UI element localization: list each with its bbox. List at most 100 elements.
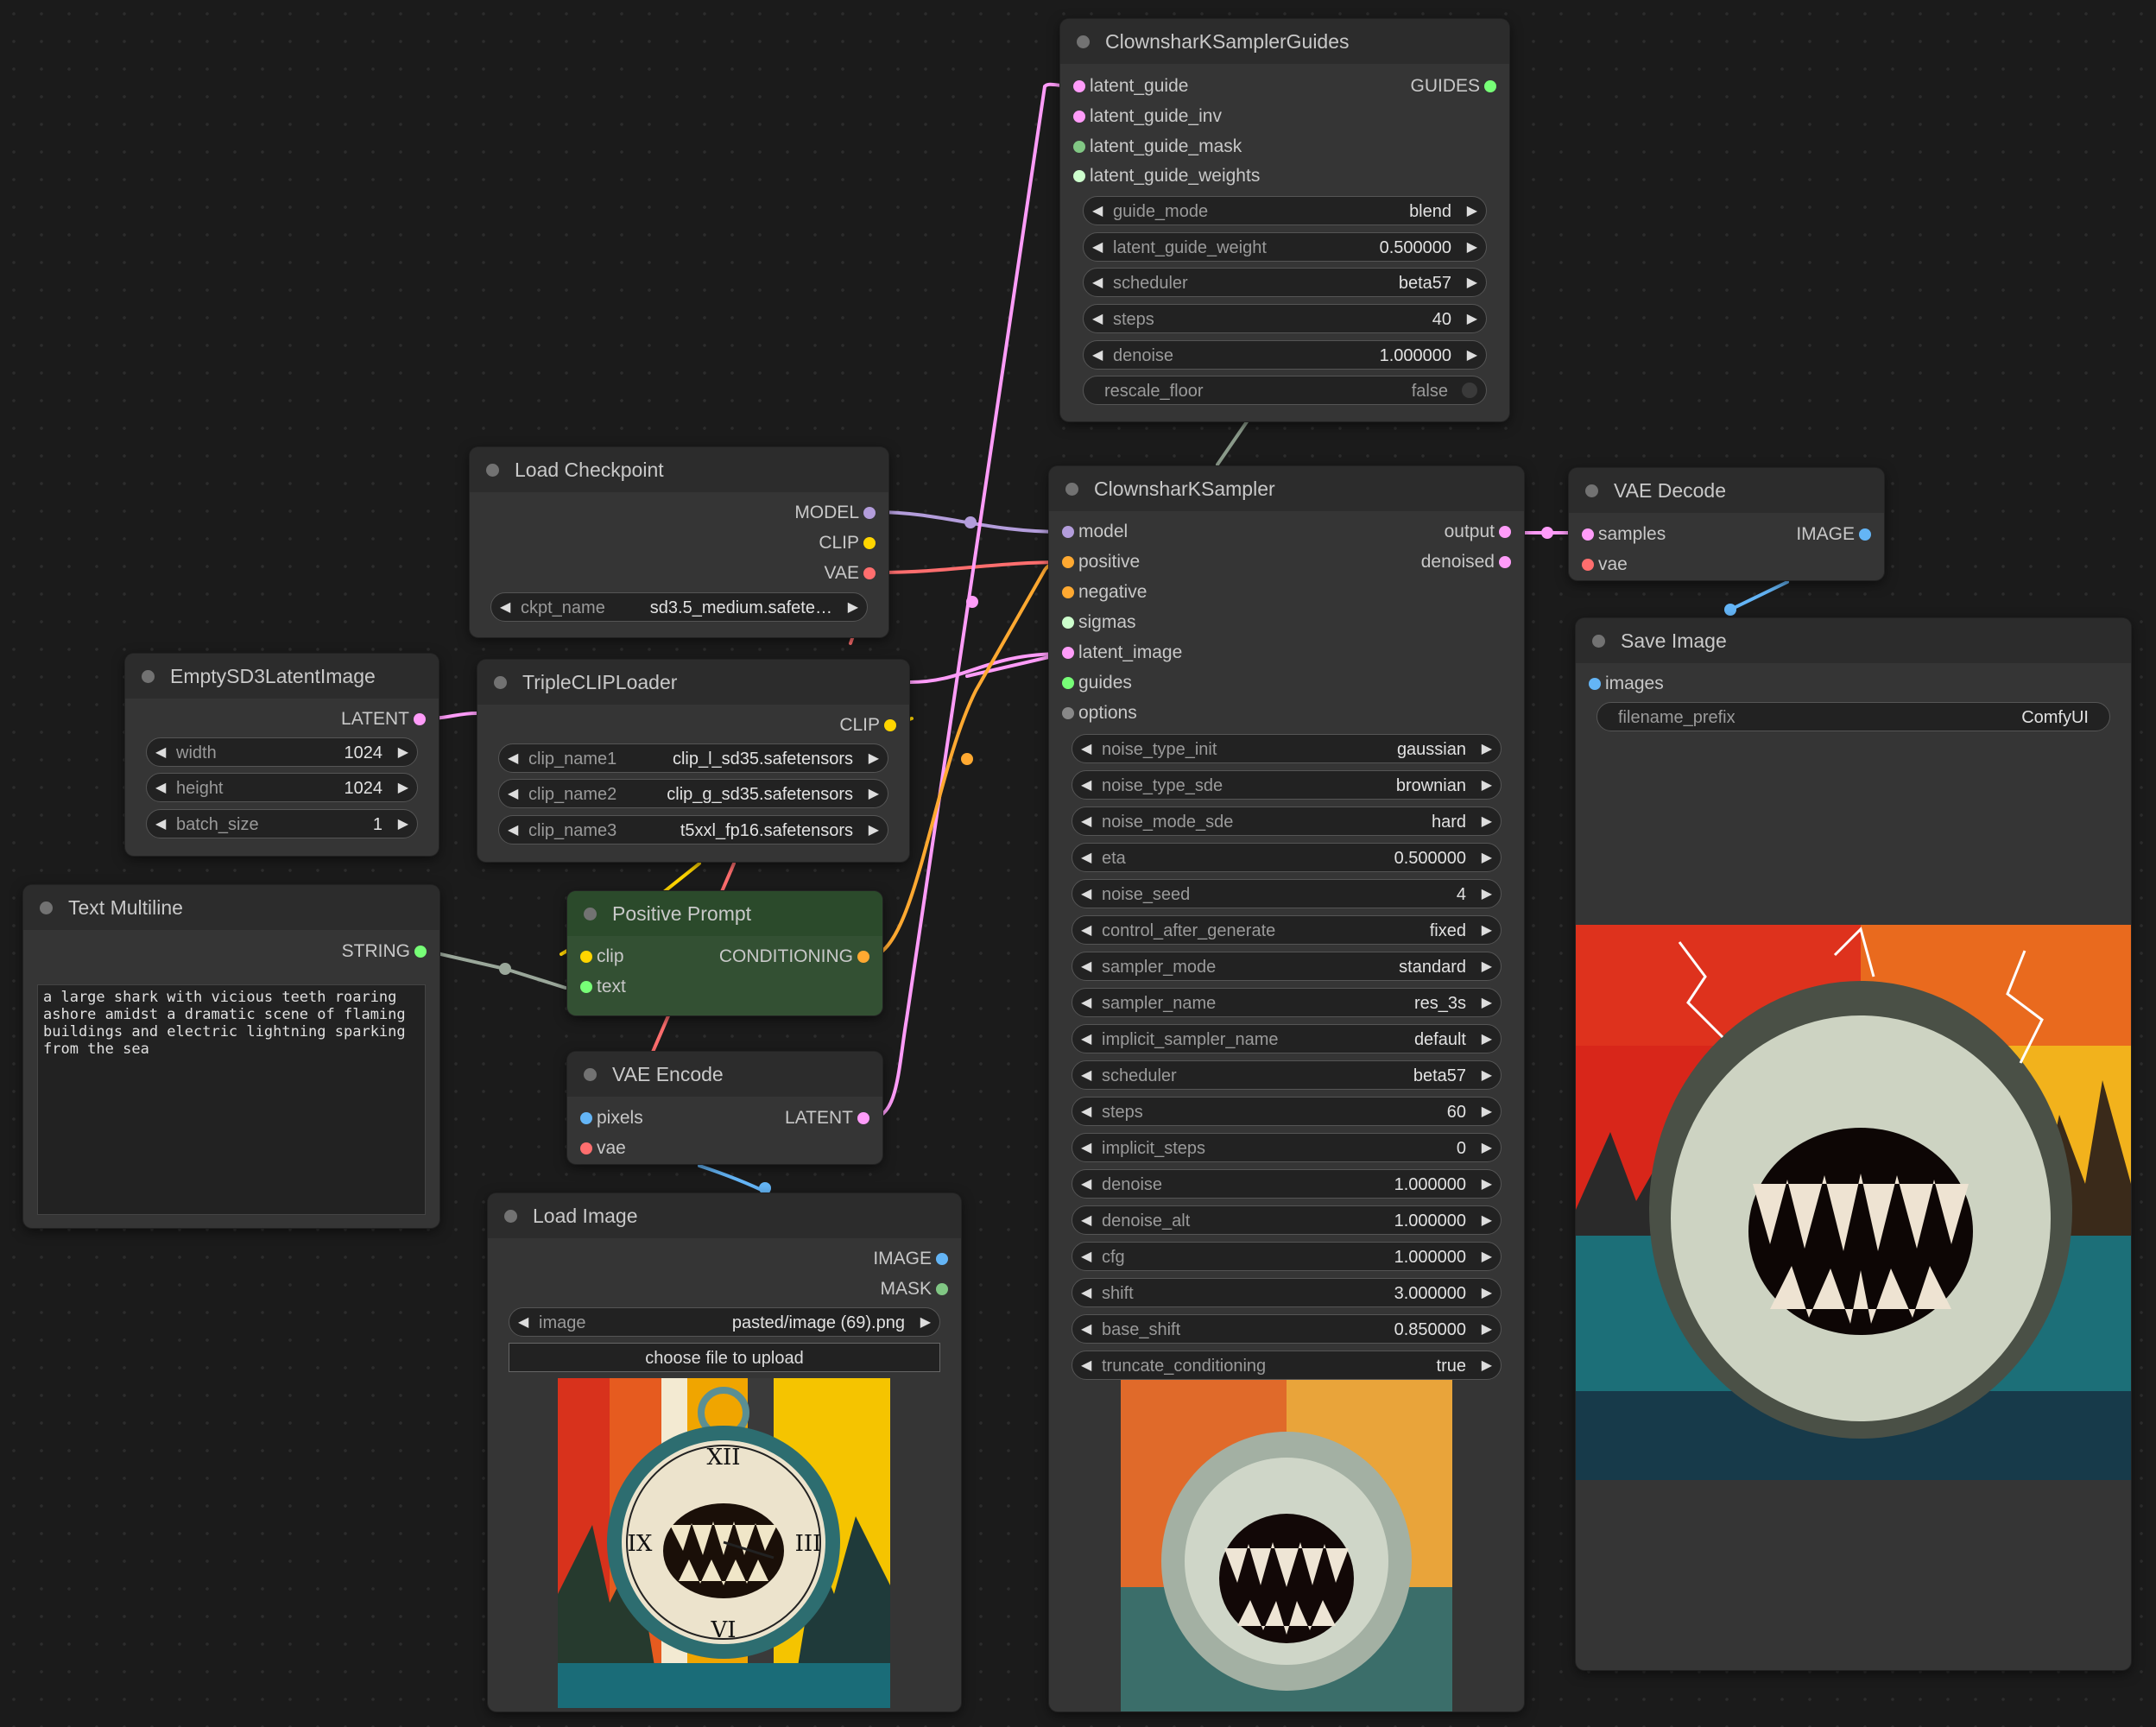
arrow-right-icon[interactable]: ▶ — [398, 810, 408, 838]
output-vae[interactable]: VAE — [825, 560, 876, 587]
arrow-right-icon[interactable]: ▶ — [869, 780, 879, 807]
widget-filename-prefix[interactable]: filename_prefix ComfyUI — [1596, 702, 2110, 731]
arrow-left-icon[interactable]: ◀ — [1081, 735, 1091, 762]
arrow-right-icon[interactable]: ▶ — [1482, 844, 1492, 871]
widget-noise-mode-sde[interactable]: ◀ noise_mode_sde hard ▶ — [1072, 807, 1502, 836]
input-options[interactable]: options — [1062, 699, 1137, 727]
node-title[interactable]: ClownsharKSamplerGuides — [1060, 19, 1509, 64]
output-latent[interactable]: LATENT — [785, 1104, 869, 1132]
output-image[interactable]: IMAGE — [1796, 521, 1871, 548]
arrow-left-icon[interactable]: ◀ — [155, 738, 166, 766]
output-string[interactable]: STRING — [342, 938, 427, 965]
widget-scheduler[interactable]: ◀ scheduler beta57 ▶ — [1072, 1060, 1502, 1090]
node-title[interactable]: Load Image — [488, 1193, 961, 1238]
arrow-left-icon[interactable]: ◀ — [1081, 1315, 1091, 1343]
arrow-left-icon[interactable]: ◀ — [1081, 916, 1091, 944]
node-empty-latent[interactable]: EmptySD3LatentImage LATENT ◀ width 1024 ▶ ◀… — [125, 654, 439, 856]
collapse-dot-icon[interactable] — [40, 901, 53, 914]
arrow-right-icon[interactable]: ▶ — [1482, 1279, 1492, 1306]
arrow-left-icon[interactable]: ◀ — [1081, 1134, 1091, 1161]
widget-denoise[interactable]: ◀ denoise 1.000000 ▶ — [1083, 340, 1487, 370]
output-output[interactable]: output — [1445, 518, 1511, 546]
arrow-left-icon[interactable]: ◀ — [1092, 197, 1103, 225]
arrow-left-icon[interactable]: ◀ — [1092, 233, 1103, 261]
arrow-left-icon[interactable]: ◀ — [1081, 952, 1091, 980]
node-title[interactable]: EmptySD3LatentImage — [125, 654, 439, 699]
widget-height[interactable]: ◀ height 1024 ▶ — [146, 773, 418, 802]
arrow-right-icon[interactable]: ▶ — [1482, 1025, 1492, 1053]
arrow-right-icon[interactable]: ▶ — [1482, 1351, 1492, 1379]
toggle-knob-icon[interactable] — [1462, 383, 1477, 398]
output-image[interactable]: IMAGE — [873, 1245, 948, 1273]
arrow-left-icon[interactable]: ◀ — [508, 780, 518, 807]
arrow-left-icon[interactable]: ◀ — [1081, 1061, 1091, 1089]
input-images[interactable]: images — [1589, 670, 1664, 698]
collapse-dot-icon[interactable] — [584, 908, 597, 920]
arrow-right-icon[interactable]: ▶ — [869, 744, 879, 772]
widget-rescale-floor[interactable]: rescale_floor false — [1083, 376, 1487, 405]
widget-ckpt-name[interactable]: ◀ ckpt_name sd3.5_medium.safete… ▶ — [490, 592, 868, 622]
node-load-checkpoint[interactable]: Load Checkpoint MODEL CLIP VAE ◀ ckpt_nam… — [470, 447, 888, 637]
arrow-right-icon[interactable]: ▶ — [1467, 233, 1477, 261]
widget-cfg[interactable]: ◀ cfg 1.000000 ▶ — [1072, 1242, 1502, 1271]
arrow-left-icon[interactable]: ◀ — [1092, 341, 1103, 369]
node-triple-clip-loader[interactable]: TripleCLIPLoader CLIP ◀ clip_name1 clip_l_… — [477, 660, 909, 862]
node-vae-decode[interactable]: VAE Decode samples vae IMAGE — [1569, 468, 1884, 580]
arrow-left-icon[interactable]: ◀ — [155, 774, 166, 801]
arrow-right-icon[interactable]: ▶ — [1482, 1170, 1492, 1198]
arrow-right-icon[interactable]: ▶ — [1482, 1061, 1492, 1089]
widget-implicit-sampler-name[interactable]: ◀ implicit_sampler_name default ▶ — [1072, 1024, 1502, 1053]
collapse-dot-icon[interactable] — [486, 464, 499, 477]
input-pixels[interactable]: pixels — [580, 1104, 643, 1132]
input-latent-guide-inv[interactable]: latent_guide_inv — [1073, 103, 1222, 130]
node-title[interactable]: Positive Prompt — [567, 891, 882, 936]
node-title[interactable]: Load Checkpoint — [470, 447, 888, 492]
collapse-dot-icon[interactable] — [1592, 635, 1605, 648]
arrow-left-icon[interactable]: ◀ — [1081, 1170, 1091, 1198]
arrow-left-icon[interactable]: ◀ — [508, 744, 518, 772]
arrow-left-icon[interactable]: ◀ — [1081, 1279, 1091, 1306]
arrow-right-icon[interactable]: ▶ — [1482, 1315, 1492, 1343]
arrow-right-icon[interactable]: ▶ — [1482, 771, 1492, 799]
arrow-left-icon[interactable]: ◀ — [1081, 1351, 1091, 1379]
arrow-right-icon[interactable]: ▶ — [1482, 916, 1492, 944]
arrow-left-icon[interactable]: ◀ — [508, 816, 518, 844]
collapse-dot-icon[interactable] — [1065, 483, 1078, 496]
widget-clip-name1[interactable]: ◀ clip_name1 clip_l_sd35.safetensors ▶ — [498, 743, 888, 773]
arrow-right-icon[interactable]: ▶ — [1482, 989, 1492, 1016]
collapse-dot-icon[interactable] — [504, 1210, 517, 1223]
output-conditioning[interactable]: CONDITIONING — [719, 943, 869, 971]
text-input[interactable]: a large shark with vicious teeth roaring… — [37, 984, 426, 1215]
node-text-multiline[interactable]: Text Multiline STRING a large shark with… — [23, 885, 439, 1228]
node-sampler-guides[interactable]: ClownsharKSamplerGuides latent_guide lat… — [1060, 19, 1509, 421]
widget-base-shift[interactable]: ◀ base_shift 0.850000 ▶ — [1072, 1314, 1502, 1344]
input-positive[interactable]: positive — [1062, 548, 1140, 576]
arrow-left-icon[interactable]: ◀ — [1092, 269, 1103, 296]
arrow-left-icon[interactable]: ◀ — [500, 593, 510, 621]
input-latent-image[interactable]: latent_image — [1062, 639, 1182, 667]
arrow-right-icon[interactable]: ▶ — [398, 774, 408, 801]
widget-clip-name3[interactable]: ◀ clip_name3 t5xxl_fp16.safetensors ▶ — [498, 815, 888, 845]
arrow-right-icon[interactable]: ▶ — [869, 816, 879, 844]
node-title[interactable]: Text Multiline — [23, 885, 439, 930]
input-vae[interactable]: vae — [1582, 551, 1628, 579]
widget-width[interactable]: ◀ width 1024 ▶ — [146, 737, 418, 767]
arrow-left-icon[interactable]: ◀ — [1081, 771, 1091, 799]
node-vae-encode[interactable]: VAE Encode pixels vae LATENT — [567, 1052, 882, 1164]
widget-denoise-alt[interactable]: ◀ denoise_alt 1.000000 ▶ — [1072, 1205, 1502, 1235]
collapse-dot-icon[interactable] — [142, 670, 155, 683]
input-text[interactable]: text — [580, 973, 626, 1001]
arrow-right-icon[interactable]: ▶ — [1482, 1206, 1492, 1234]
widget-noise-seed[interactable]: ◀ noise_seed 4 ▶ — [1072, 879, 1502, 908]
widget-sampler-name[interactable]: ◀ sampler_name res_3s ▶ — [1072, 988, 1502, 1017]
input-vae[interactable]: vae — [580, 1135, 626, 1162]
arrow-right-icon[interactable]: ▶ — [848, 593, 858, 621]
arrow-left-icon[interactable]: ◀ — [1081, 844, 1091, 871]
arrow-right-icon[interactable]: ▶ — [1482, 1243, 1492, 1270]
upload-button[interactable]: choose file to upload — [509, 1343, 940, 1372]
widget-eta[interactable]: ◀ eta 0.500000 ▶ — [1072, 843, 1502, 872]
input-latent-guide-weights[interactable]: latent_guide_weights — [1073, 162, 1260, 190]
arrow-right-icon[interactable]: ▶ — [1482, 735, 1492, 762]
output-denoised[interactable]: denoised — [1421, 548, 1511, 576]
input-model[interactable]: model — [1062, 518, 1128, 546]
